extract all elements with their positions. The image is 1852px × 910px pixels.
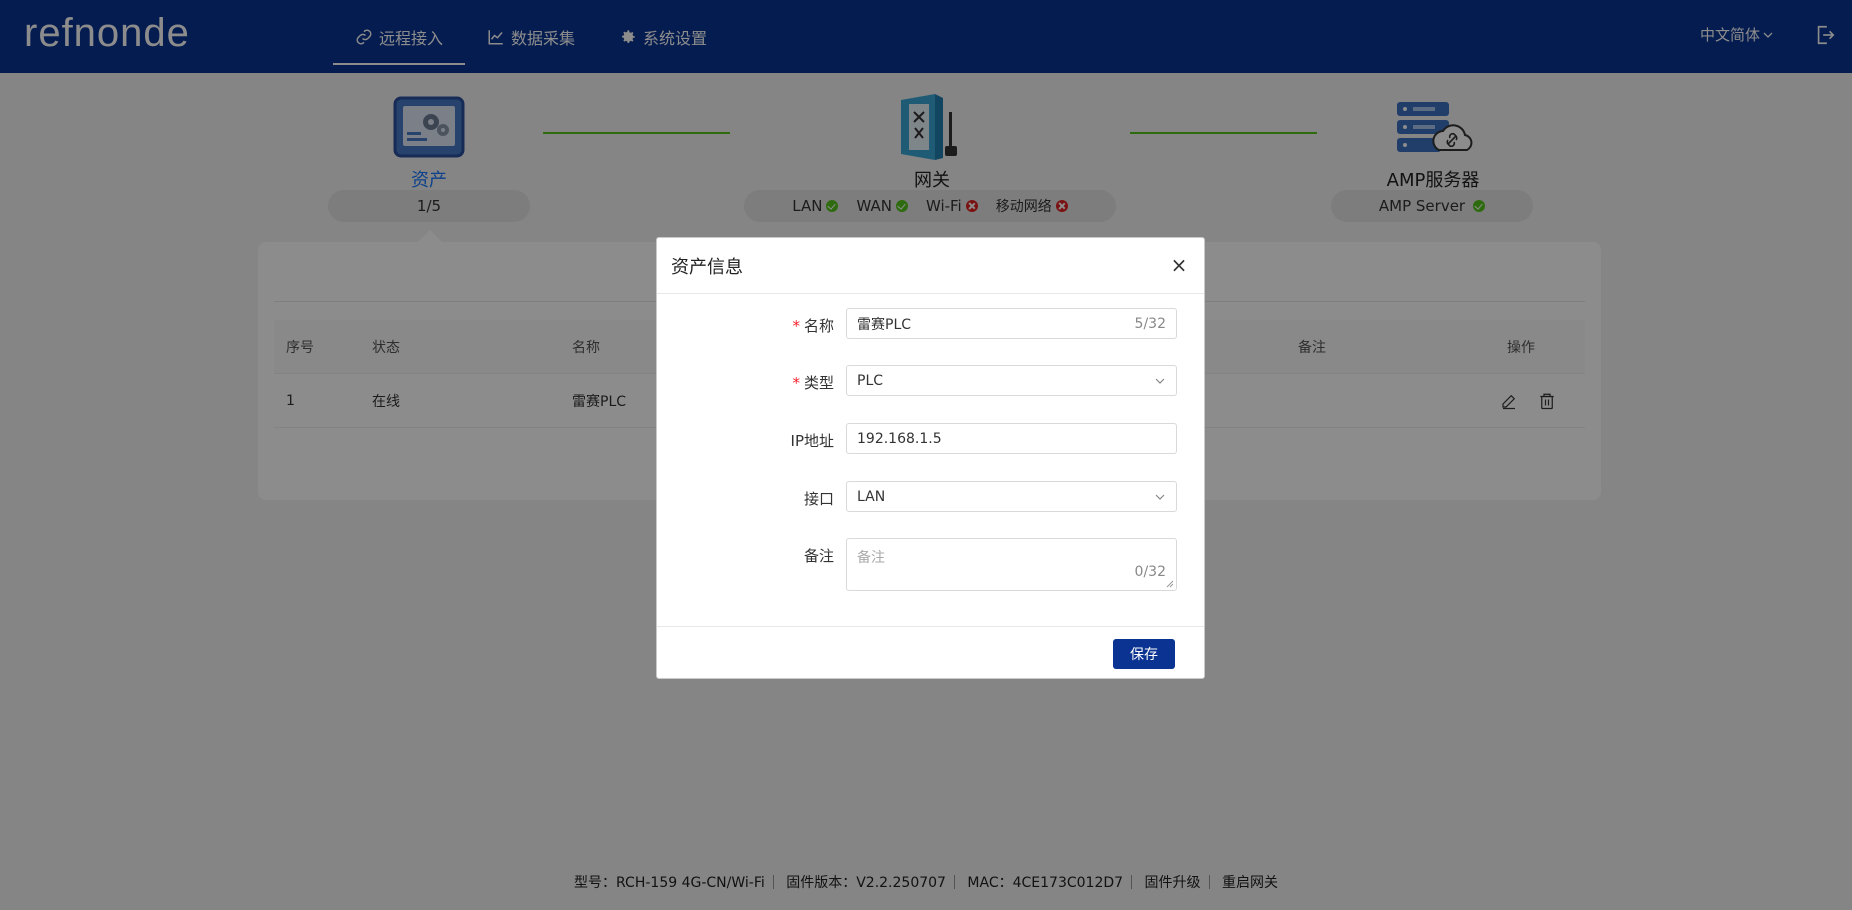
ip-input[interactable]: 192.168.1.5 xyxy=(846,423,1177,454)
remark-label: 备注 xyxy=(803,547,834,565)
name-value: 雷赛PLC xyxy=(857,316,912,333)
ip-value: 192.168.1.5 xyxy=(857,430,942,447)
dialog-title: 资产信息 xyxy=(671,256,743,278)
dialog-header: 资产信息 × xyxy=(657,238,1204,294)
save-button[interactable]: 保存 xyxy=(1113,639,1175,669)
close-icon[interactable]: × xyxy=(1168,254,1190,276)
dialog-footer-divider xyxy=(657,626,1204,627)
remark-placeholder: 备注 xyxy=(857,550,885,566)
interface-select[interactable]: LAN xyxy=(846,481,1177,512)
asset-info-dialog: 资产信息 × * 名称 雷赛PLC 5/32 * 类型 PLC IP地址 192.1… xyxy=(656,237,1205,679)
name-label: * 名称 xyxy=(792,317,834,335)
interface-label: 接口 xyxy=(803,490,834,508)
type-value: PLC xyxy=(857,372,884,389)
chevron-down-icon xyxy=(1155,494,1165,500)
name-input[interactable]: 雷赛PLC 5/32 xyxy=(846,308,1177,339)
type-label: * 类型 xyxy=(792,374,834,392)
ip-label: IP地址 xyxy=(790,432,834,450)
remark-char-count: 0/32 xyxy=(1134,564,1166,580)
interface-value: LAN xyxy=(857,488,886,505)
chevron-down-icon xyxy=(1155,378,1165,384)
resize-handle-icon[interactable] xyxy=(1166,580,1174,588)
name-char-count: 5/32 xyxy=(1134,315,1166,332)
type-select[interactable]: PLC xyxy=(846,365,1177,396)
remark-textarea[interactable]: 备注 0/32 xyxy=(846,538,1177,591)
